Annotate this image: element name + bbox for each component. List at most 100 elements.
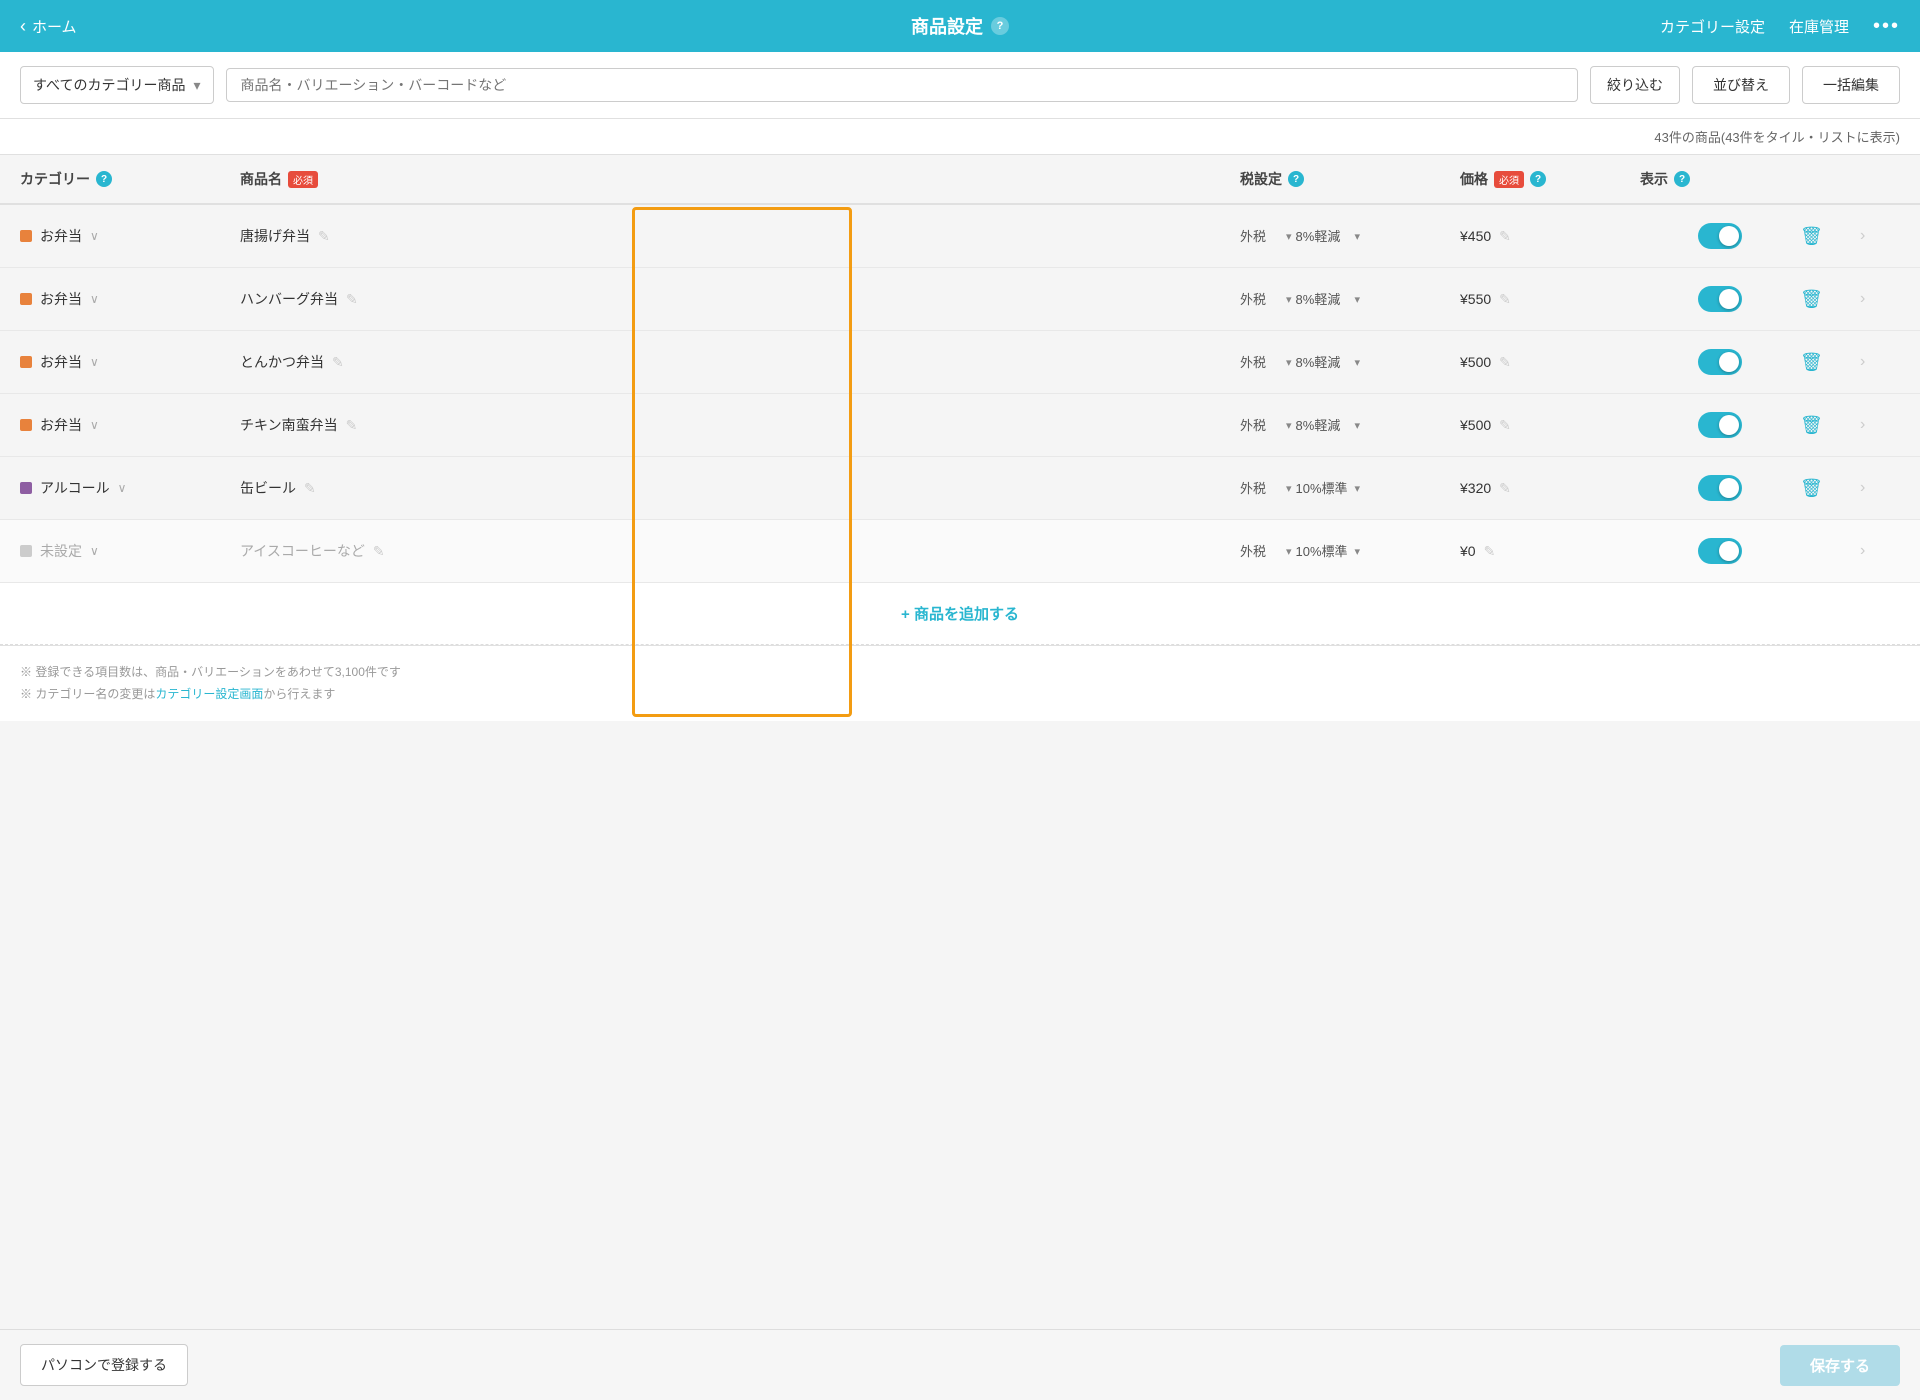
product-edit-icon[interactable]: ✎ bbox=[332, 354, 344, 371]
tax-type-select[interactable]: 外税内税非課税 bbox=[1240, 418, 1282, 433]
back-label: ホーム bbox=[32, 16, 77, 37]
save-button[interactable]: 保存する bbox=[1780, 1345, 1900, 1386]
tax-type-select[interactable]: 外税内税非課税 bbox=[1240, 355, 1282, 370]
price-edit-icon[interactable]: ✎ bbox=[1499, 354, 1511, 371]
detail-chevron-icon[interactable]: › bbox=[1860, 290, 1865, 307]
category-expand-icon[interactable]: ∨ bbox=[90, 229, 99, 243]
register-pc-button[interactable]: パソコンで登録する bbox=[20, 1344, 188, 1386]
tax-type-select[interactable]: 外税内税非課税 bbox=[1240, 229, 1282, 244]
category-color-dot bbox=[20, 482, 32, 494]
category-expand-icon[interactable]: ∨ bbox=[90, 418, 99, 432]
price-value: ¥500 bbox=[1460, 354, 1491, 370]
category-name: お弁当 bbox=[40, 226, 82, 246]
category-cell: お弁当 ∨ bbox=[20, 226, 240, 246]
category-cell: お弁当 ∨ bbox=[20, 415, 240, 435]
search-input[interactable] bbox=[226, 68, 1579, 102]
price-help-icon[interactable]: ? bbox=[1530, 171, 1546, 187]
tax-rate-select[interactable]: 10%標準8%軽減 bbox=[1296, 481, 1351, 496]
header-nav: カテゴリー設定 在庫管理 ••• bbox=[1660, 15, 1900, 38]
product-edit-icon[interactable]: ✎ bbox=[318, 228, 330, 245]
tax-type-select[interactable]: 外税内税非課税 bbox=[1240, 544, 1282, 559]
price-edit-icon[interactable]: ✎ bbox=[1499, 480, 1511, 497]
display-toggle[interactable] bbox=[1698, 349, 1742, 375]
tax-column-header: 税設定 ? bbox=[1240, 169, 1460, 189]
add-product-button[interactable]: + 商品を追加する bbox=[901, 603, 1019, 624]
tax-type-arrow-icon: ▾ bbox=[1286, 419, 1292, 432]
detail-chevron-icon[interactable]: › bbox=[1860, 542, 1865, 559]
category-filter-select[interactable]: すべてのカテゴリー商品 ▾ bbox=[20, 66, 214, 104]
tax-rate-select[interactable]: 10%標準8%軽減 bbox=[1296, 544, 1351, 559]
more-options-icon[interactable]: ••• bbox=[1873, 15, 1900, 38]
table-header: カテゴリー ? 商品名 必須 税設定 ? 価格 必須 ? 表示 ? bbox=[0, 155, 1920, 205]
display-toggle[interactable] bbox=[1698, 412, 1742, 438]
title-help-icon[interactable]: ? bbox=[991, 17, 1009, 35]
display-toggle[interactable] bbox=[1698, 538, 1742, 564]
price-cell: ¥450 ✎ bbox=[1460, 228, 1640, 245]
detail-chevron-icon[interactable]: › bbox=[1860, 416, 1865, 433]
tax-type-select[interactable]: 外税内税非課税 bbox=[1240, 292, 1282, 307]
tax-type-select[interactable]: 外税内税非課税 bbox=[1240, 481, 1282, 496]
inventory-nav[interactable]: 在庫管理 bbox=[1789, 16, 1849, 37]
detail-chevron-icon[interactable]: › bbox=[1860, 479, 1865, 496]
tax-help-icon[interactable]: ? bbox=[1288, 171, 1304, 187]
product-edit-icon[interactable]: ✎ bbox=[346, 291, 358, 308]
delete-icon[interactable]: 🗑 bbox=[1800, 226, 1823, 246]
category-expand-icon[interactable]: ∨ bbox=[90, 544, 99, 558]
tax-cell: 外税内税非課税 ▾ 8%軽減10%標準 ▾ bbox=[1240, 418, 1460, 433]
tax-rate-select[interactable]: 8%軽減10%標準 bbox=[1296, 292, 1351, 307]
product-name: アイスコーヒーなど bbox=[240, 541, 365, 561]
category-color-dot bbox=[20, 419, 32, 431]
delete-icon[interactable]: 🗑 bbox=[1800, 352, 1823, 372]
category-expand-icon[interactable]: ∨ bbox=[90, 355, 99, 369]
price-edit-icon[interactable]: ✎ bbox=[1499, 228, 1511, 245]
category-settings-nav[interactable]: カテゴリー設定 bbox=[1660, 16, 1765, 37]
display-toggle[interactable] bbox=[1698, 223, 1742, 249]
category-color-dot bbox=[20, 230, 32, 242]
category-settings-link[interactable]: カテゴリー設定画面 bbox=[155, 687, 263, 701]
price-edit-icon[interactable]: ✎ bbox=[1499, 291, 1511, 308]
sort-button[interactable]: 並び替え bbox=[1692, 66, 1790, 104]
category-select-arrow-icon: ▾ bbox=[193, 77, 200, 94]
category-column-header: カテゴリー ? bbox=[20, 169, 240, 189]
product-edit-icon[interactable]: ✎ bbox=[304, 480, 316, 497]
category-expand-icon[interactable]: ∨ bbox=[90, 292, 99, 306]
category-help-icon[interactable]: ? bbox=[96, 171, 112, 187]
product-edit-icon[interactable]: ✎ bbox=[346, 417, 358, 434]
price-value: ¥0 bbox=[1460, 543, 1476, 559]
delete-icon[interactable]: 🗑 bbox=[1800, 415, 1823, 435]
price-cell: ¥0 ✎ bbox=[1460, 543, 1640, 560]
back-button[interactable]: ‹ ホーム bbox=[20, 16, 77, 37]
category-color-dot bbox=[20, 356, 32, 368]
count-info: 43件の商品(43件をタイル・リストに表示) bbox=[0, 119, 1920, 155]
tax-type-arrow-icon: ▾ bbox=[1286, 230, 1292, 243]
delete-icon[interactable]: 🗑 bbox=[1800, 289, 1823, 309]
count-text: 43件の商品(43件をタイル・リストに表示) bbox=[1654, 130, 1900, 145]
price-value: ¥500 bbox=[1460, 417, 1491, 433]
detail-chevron-icon[interactable]: › bbox=[1860, 227, 1865, 244]
tax-cell: 外税内税非課税 ▾ 8%軽減10%標準 ▾ bbox=[1240, 229, 1460, 244]
bulk-edit-button[interactable]: 一括編集 bbox=[1802, 66, 1900, 104]
price-value: ¥450 bbox=[1460, 228, 1491, 244]
tax-rate-arrow-icon: ▾ bbox=[1355, 482, 1361, 495]
display-toggle[interactable] bbox=[1698, 475, 1742, 501]
tax-rate-select[interactable]: 8%軽減10%標準 bbox=[1296, 355, 1351, 370]
price-edit-icon[interactable]: ✎ bbox=[1484, 543, 1496, 560]
tax-rate-select[interactable]: 8%軽減10%標準 bbox=[1296, 229, 1351, 244]
tax-type-arrow-icon: ▾ bbox=[1286, 293, 1292, 306]
price-edit-icon[interactable]: ✎ bbox=[1499, 417, 1511, 434]
tax-type-arrow-icon: ▾ bbox=[1286, 482, 1292, 495]
display-help-icon[interactable]: ? bbox=[1674, 171, 1690, 187]
display-toggle-cell bbox=[1640, 412, 1800, 438]
filter-button[interactable]: 絞り込む bbox=[1590, 66, 1680, 104]
product-edit-icon[interactable]: ✎ bbox=[373, 543, 385, 560]
tax-rate-arrow-icon: ▾ bbox=[1355, 545, 1361, 558]
delete-icon[interactable]: 🗑 bbox=[1800, 478, 1823, 498]
detail-cell: › bbox=[1860, 227, 1900, 245]
table-row: アルコール ∨ 缶ビール ✎ 外税内税非課税 ▾ 10%標準8%軽減 ▾ ¥32… bbox=[0, 457, 1920, 520]
tax-rate-select[interactable]: 8%軽減10%標準 bbox=[1296, 418, 1351, 433]
add-product-section: + 商品を追加する bbox=[0, 583, 1920, 645]
price-cell: ¥500 ✎ bbox=[1460, 354, 1640, 371]
detail-chevron-icon[interactable]: › bbox=[1860, 353, 1865, 370]
category-expand-icon[interactable]: ∨ bbox=[118, 481, 127, 495]
display-toggle[interactable] bbox=[1698, 286, 1742, 312]
